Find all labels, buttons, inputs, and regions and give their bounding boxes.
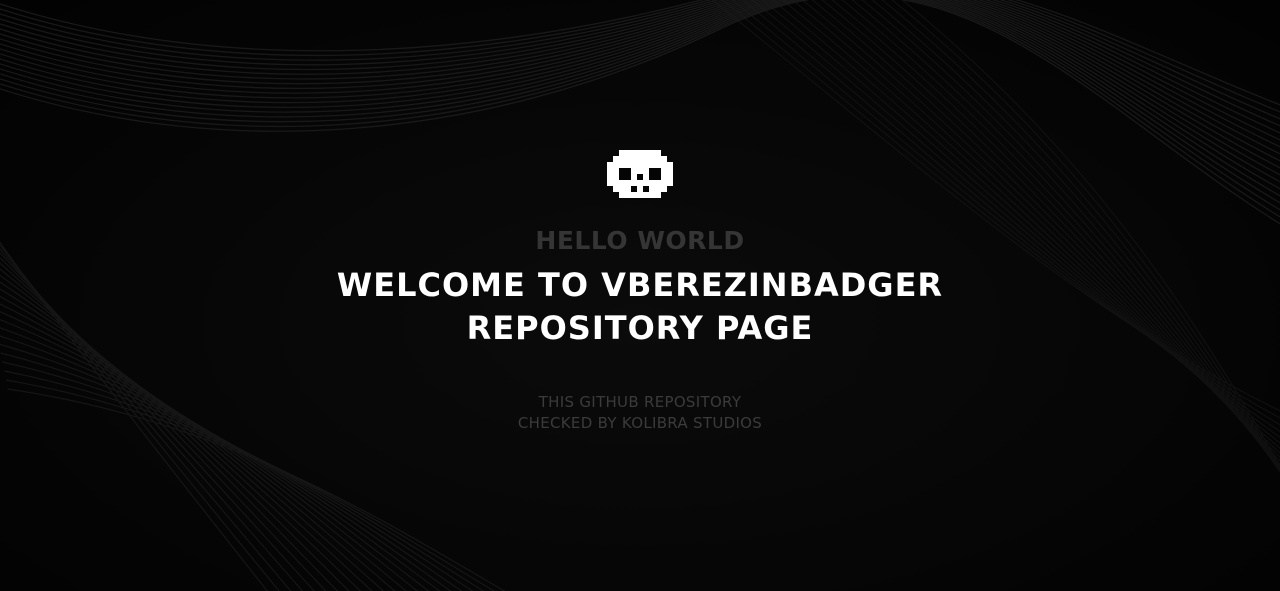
pixel-skull-icon xyxy=(607,150,673,198)
subtitle-line-1: THIS GITHUB REPOSITORY xyxy=(538,393,742,411)
hello-world-eyebrow: HELLO WORLD xyxy=(535,226,745,255)
page-title: WELCOME TO VBEREZINBADGER REPOSITORY PAG… xyxy=(0,264,1280,350)
repository-subtitle: THIS GITHUB REPOSITORY CHECKED BY KOLIBR… xyxy=(0,392,1280,434)
subtitle-line-2: CHECKED BY KOLIBRA STUDIOS xyxy=(517,414,763,432)
wave-line xyxy=(0,0,1280,120)
hero-section: HELLO WORLD WELCOME TO VBEREZINBADGER RE… xyxy=(0,150,1280,434)
page-title-line-2: REPOSITORY PAGE xyxy=(466,309,814,347)
page-title-line-1: WELCOME TO VBEREZINBADGER xyxy=(336,266,944,304)
landing-page: HELLO WORLD WELCOME TO VBEREZINBADGER RE… xyxy=(0,0,1280,591)
wave-line xyxy=(0,0,1280,127)
